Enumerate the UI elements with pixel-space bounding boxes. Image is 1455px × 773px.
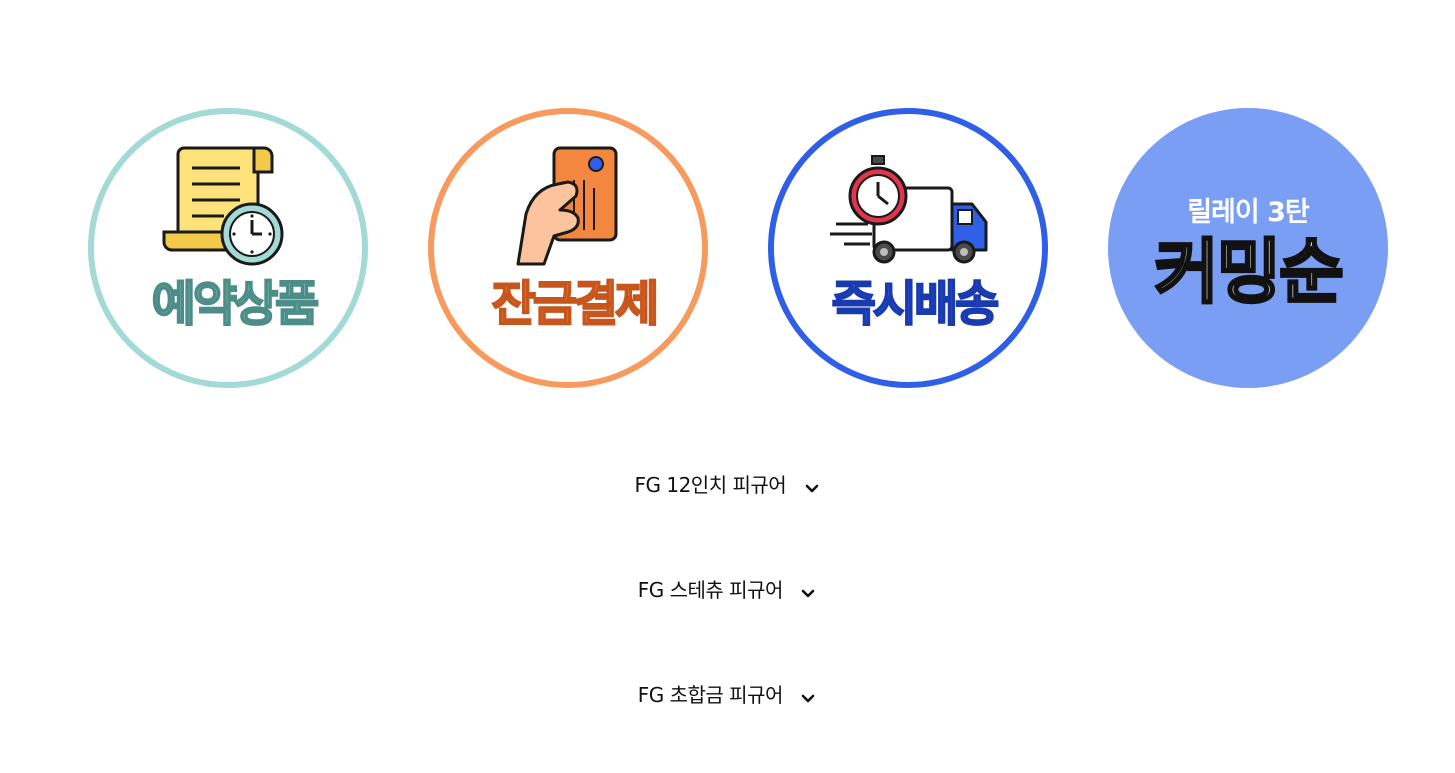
- chevron-down-icon: [803, 476, 821, 494]
- balance-payment-banner[interactable]: 잔금결제: [428, 108, 708, 388]
- reservation-products-banner[interactable]: 예약상품: [88, 108, 368, 388]
- category-dropdown-statue[interactable]: FG 스테츄 피규어: [0, 573, 1455, 603]
- delivery-truck-stopwatch-icon: [774, 114, 1042, 382]
- immediate-delivery-label: 즉시배송: [831, 275, 1001, 333]
- chevron-down-icon: [799, 686, 817, 704]
- category-dropdown-label: FG 12인치 피규어: [634, 472, 787, 497]
- scroll-clock-icon: [94, 114, 362, 382]
- category-dropdown-super-alloy[interactable]: FG 초합금 피규어: [0, 678, 1455, 708]
- category-dropdown-label: FG 초합금 피규어: [637, 682, 784, 707]
- immediate-delivery-banner[interactable]: 즉시배송: [768, 108, 1048, 388]
- card-in-hand-icon: [434, 114, 702, 382]
- balance-payment-label: 잔금결제: [491, 275, 661, 333]
- coming-soon-label: 커밍순: [1153, 230, 1345, 315]
- chevron-down-icon: [799, 581, 817, 599]
- reservation-products-label: 예약상품: [151, 275, 321, 333]
- category-dropdown-label: FG 스테츄 피규어: [637, 577, 784, 602]
- relay-sub-label: 릴레이 3탄: [1187, 197, 1310, 228]
- category-dropdown-12inch[interactable]: FG 12인치 피규어: [0, 468, 1455, 498]
- banner-row: 예약상품 잔금결제 즉시배송 릴레이 3탄 커밍순: [0, 0, 1455, 420]
- relay-coming-soon-banner[interactable]: 릴레이 3탄 커밍순: [1108, 108, 1388, 388]
